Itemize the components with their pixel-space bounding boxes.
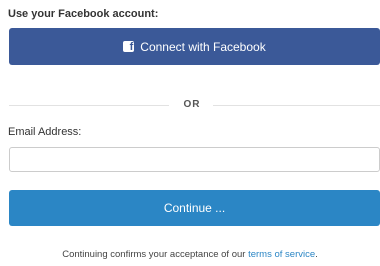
continue-button-label: Continue ...: [163, 201, 226, 215]
connect-with-facebook-button[interactable]: f Connect with Facebook: [9, 28, 380, 65]
terms-notice-suffix: .: [315, 249, 318, 260]
divider-line-right: [213, 105, 380, 106]
connect-with-facebook-label: Connect with Facebook: [140, 39, 266, 54]
facebook-prompt-label: Use your Facebook account:: [8, 8, 159, 20]
terms-notice-prefix: Continuing confirms your acceptance of o…: [62, 249, 249, 260]
facebook-logo-icon: f: [123, 41, 135, 53]
terms-of-service-link[interactable]: terms of service: [248, 249, 315, 260]
email-address-input[interactable]: [9, 147, 380, 172]
divider-line-left: [9, 105, 169, 106]
or-divider-text: OR: [183, 99, 201, 110]
email-address-label: Email Address:: [8, 126, 82, 138]
or-divider: OR: [9, 99, 380, 111]
terms-notice: Continuing confirms your acceptance of o…: [0, 249, 380, 260]
continue-button[interactable]: Continue ...: [9, 190, 380, 226]
